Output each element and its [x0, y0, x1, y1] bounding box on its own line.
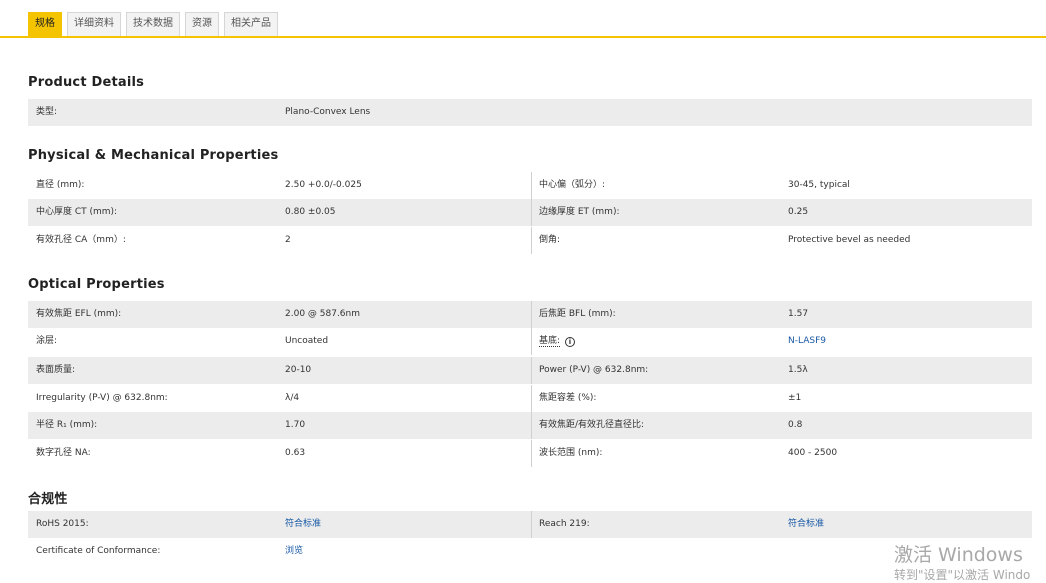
substrate-label: 基底: — [539, 336, 561, 347]
reach-compliance-link[interactable]: 符合标准 — [788, 511, 824, 538]
activation-watermark-subtitle: 转到"设置"以激活 Windo — [894, 568, 1031, 582]
table-row: 直径 (mm): 2.50 +0.0/-0.025 中心偏（弧分）: 30-45… — [28, 172, 1032, 199]
spec-label: 有效焦距 EFL (mm): — [36, 309, 122, 319]
spec-value: ±1 — [788, 393, 802, 403]
table-row: 数字孔径 NA: 0.63 波长范围 (nm): 400 - 2500 — [28, 440, 1032, 467]
spec-value: 0.80 ±0.05 — [285, 207, 336, 217]
column-divider — [531, 227, 532, 254]
spec-label: 后焦距 BFL (mm): — [539, 309, 616, 319]
spec-value: λ/4 — [285, 393, 300, 403]
tab-technical-data[interactable]: 技术数据 — [126, 12, 180, 36]
column-divider — [531, 511, 532, 538]
table-row: 有效孔径 CA（mm）: 2 倒角: Protective bevel as n… — [28, 227, 1032, 254]
tab-resources[interactable]: 资源 — [185, 12, 219, 36]
spec-label: 焦距容差 (%): — [539, 393, 597, 403]
column-divider — [531, 440, 532, 467]
table-row: Certificate of Conformance: 浏览 — [28, 538, 1032, 565]
tab-underline — [0, 36, 1046, 38]
spec-label: 有效孔径 CA（mm）: — [36, 235, 126, 245]
spec-label: Irregularity (P-V) @ 632.8nm: — [36, 393, 168, 403]
table-row: 涂层: Uncoated 基底: i N-LASF9 — [28, 328, 1032, 355]
tab-specifications[interactable]: 规格 — [28, 12, 62, 36]
spec-value: 1.57 — [788, 309, 809, 319]
spec-label: 有效焦距/有效孔径直径比: — [539, 420, 645, 430]
tab-bar: 规格 详细资料 技术数据 资源 相关产品 — [28, 12, 278, 37]
section-title-compliance: 合规性 — [28, 492, 68, 507]
tab-related-products[interactable]: 相关产品 — [224, 12, 278, 36]
column-divider — [531, 301, 532, 328]
spec-value: Plano-Convex Lens — [285, 107, 371, 117]
table-row: 类型: Plano-Convex Lens — [28, 99, 1032, 126]
spec-label: Reach 219: — [539, 519, 590, 529]
substrate-label-group: 基底: i — [539, 328, 575, 355]
spec-label: 中心厚度 CT (mm): — [36, 207, 118, 217]
spec-label: 波长范围 (nm): — [539, 448, 603, 458]
column-divider — [531, 199, 532, 226]
spec-label: RoHS 2015: — [36, 519, 89, 529]
spec-value: 0.63 — [285, 448, 306, 458]
spec-value: 2.50 +0.0/-0.025 — [285, 180, 362, 190]
spec-label: 半径 R₁ (mm): — [36, 420, 98, 430]
section-title-optical: Optical Properties — [28, 277, 165, 292]
spec-label: Certificate of Conformance: — [36, 546, 161, 556]
spec-value: 400 - 2500 — [788, 448, 838, 458]
spec-label: 涂层: — [36, 336, 58, 346]
spec-value: 30-45, typical — [788, 180, 850, 190]
spec-value: 0.25 — [788, 207, 809, 217]
spec-label: 直径 (mm): — [36, 180, 85, 190]
spec-label: 数字孔径 NA: — [36, 448, 91, 458]
spec-value: 20-10 — [285, 365, 312, 375]
column-divider — [531, 357, 532, 384]
spec-label: 边缘厚度 ET (mm): — [539, 207, 620, 217]
spec-label: Power (P-V) @ 632.8nm: — [539, 365, 649, 375]
table-row: 表面质量: 20-10 Power (P-V) @ 632.8nm: 1.5λ — [28, 357, 1032, 384]
spec-label: 倒角: — [539, 235, 561, 245]
table-row: 半径 R₁ (mm): 1.70 有效焦距/有效孔径直径比: 0.8 — [28, 412, 1032, 439]
spec-value: Protective bevel as needed — [788, 235, 911, 245]
table-row: Irregularity (P-V) @ 632.8nm: λ/4 焦距容差 (… — [28, 385, 1032, 412]
table-row: RoHS 2015: 符合标准 Reach 219: 符合标准 — [28, 511, 1032, 538]
certificate-view-link[interactable]: 浏览 — [285, 538, 303, 565]
column-divider — [531, 412, 532, 439]
spec-label: 表面质量: — [36, 365, 76, 375]
rohs-compliance-link[interactable]: 符合标准 — [285, 511, 321, 538]
tab-details[interactable]: 详细资料 — [67, 12, 121, 36]
spec-value: 2.00 @ 587.6nm — [285, 309, 360, 319]
spec-value: 0.8 — [788, 420, 803, 430]
table-row: 中心厚度 CT (mm): 0.80 ±0.05 边缘厚度 ET (mm): 0… — [28, 199, 1032, 226]
section-title-physical: Physical & Mechanical Properties — [28, 148, 279, 163]
column-divider — [531, 328, 532, 355]
spec-label: 类型: — [36, 107, 58, 117]
spec-label: 中心偏（弧分）: — [539, 180, 606, 190]
activation-watermark-title: 激活 Windows — [894, 544, 1023, 566]
substrate-link[interactable]: N-LASF9 — [788, 328, 826, 355]
spec-value: 2 — [285, 235, 291, 245]
section-title-product-details: Product Details — [28, 75, 145, 90]
spec-value: 1.70 — [285, 420, 306, 430]
column-divider — [531, 172, 532, 199]
info-icon[interactable]: i — [564, 337, 575, 347]
table-row: 有效焦距 EFL (mm): 2.00 @ 587.6nm 后焦距 BFL (m… — [28, 301, 1032, 328]
column-divider — [531, 385, 532, 412]
spec-value: 1.5λ — [788, 365, 808, 375]
spec-value: Uncoated — [285, 336, 329, 346]
